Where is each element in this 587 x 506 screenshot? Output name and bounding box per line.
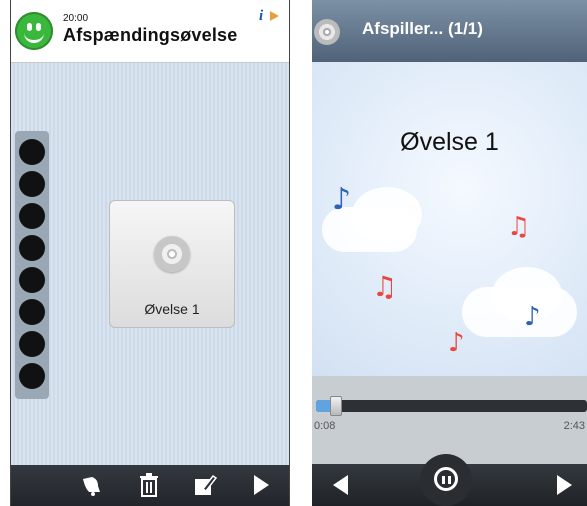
page-title: Afspændingsøvelse <box>63 25 238 45</box>
cd-icon <box>314 19 340 45</box>
indicator-dot <box>19 363 45 389</box>
indicator-dot <box>19 171 45 197</box>
song-title: Øvelse 1 <box>400 128 499 156</box>
smiley-icon[interactable] <box>15 12 53 50</box>
indicator-dot <box>19 267 45 293</box>
content-area: Øvelse 1 <box>11 63 289 465</box>
current-time: 0:08 <box>314 420 336 432</box>
next-icon[interactable] <box>550 471 578 499</box>
indicator-panel <box>15 131 49 399</box>
pause-icon <box>434 467 458 491</box>
music-note-icon: ♪ <box>448 328 465 358</box>
indicator-dot <box>19 299 45 325</box>
music-note-icon: ♫ <box>372 270 398 303</box>
seek-bar-handle[interactable] <box>330 396 342 416</box>
progress-area: 0:08 2:43 <box>312 376 587 464</box>
media-tile-label: Øvelse 1 <box>144 301 200 317</box>
seek-bar[interactable] <box>316 396 587 416</box>
bell-icon[interactable] <box>77 471 105 499</box>
bottom-toolbar <box>11 465 289 506</box>
indicator-dot <box>19 331 45 357</box>
play-icon[interactable] <box>247 471 275 499</box>
previous-icon[interactable] <box>326 471 354 499</box>
player-artwork: Øvelse 1 ♪ ♫ ♫ ♪ ♪ <box>312 62 587 376</box>
indicator-dot <box>19 203 45 229</box>
pause-button[interactable] <box>420 454 472 506</box>
edit-icon[interactable] <box>191 471 219 499</box>
cloud-shape <box>352 187 422 242</box>
music-note-icon: ♪ <box>524 302 541 332</box>
time-label: 20:00 <box>63 13 89 24</box>
left-screen: 20:00 Afspændingsøvelse i Øvelse 1 <box>10 0 290 506</box>
music-note-icon: ♪ <box>332 182 352 217</box>
tag-icon[interactable] <box>270 11 279 21</box>
music-note-icon: ♫ <box>507 212 531 242</box>
total-time: 2:43 <box>563 420 585 432</box>
app-header: 20:00 Afspændingsøvelse i <box>11 0 289 63</box>
media-tile[interactable]: Øvelse 1 <box>109 200 235 328</box>
player-header: Afspiller... (1/1) <box>312 0 587 63</box>
indicator-dot <box>19 235 45 261</box>
indicator-dot <box>19 139 45 165</box>
player-controls <box>312 454 587 506</box>
info-icon[interactable]: i <box>259 8 263 25</box>
seek-bar-fill <box>316 400 330 412</box>
right-screen: Afspiller... (1/1) Øvelse 1 ♪ ♫ ♫ ♪ ♪ 0:… <box>312 0 587 506</box>
player-title: Afspiller... (1/1) <box>362 19 483 38</box>
trash-icon[interactable] <box>135 471 163 499</box>
cd-icon <box>154 236 190 272</box>
